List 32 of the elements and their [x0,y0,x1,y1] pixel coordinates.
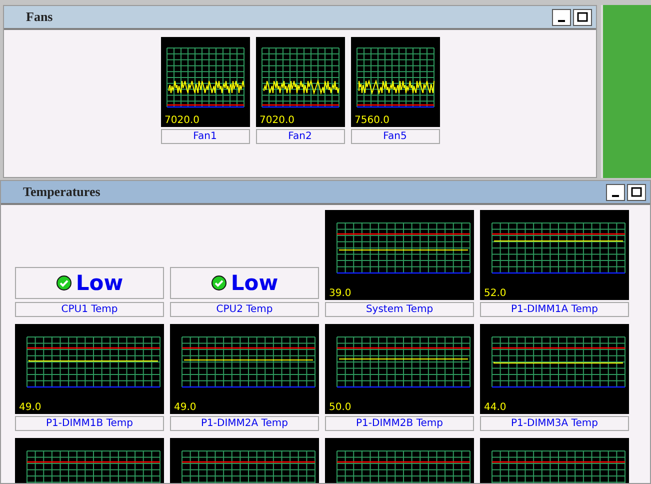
sensor-label: CPU2 Temp [170,302,319,317]
sensor-label: P1-DIMM2B Temp [325,416,474,431]
sensor-label: CPU1 Temp [15,302,164,317]
fan-reading: 7020.0 [258,115,296,126]
fan-label: Fan5 [350,129,440,144]
fan-label: Fan1 [160,129,250,144]
maximize-icon [577,12,588,22]
sensor-label: System Temp [325,302,474,317]
minimize-button[interactable] [606,184,625,200]
fan-reading: 7020.0 [164,115,200,126]
status-text: Low [230,271,278,295]
minimize-button[interactable] [552,8,571,26]
maximize-button[interactable] [627,184,646,200]
panel-title: Temperatures [23,184,100,200]
sensor-label: P1-DIMM3A Temp [480,416,629,431]
sensor-reading: 52.0 [483,288,508,299]
sensor-label: P1-DIMM1A Temp [480,302,629,317]
sensor-reading: 49.0 [173,402,198,413]
sensor-reading: 50.0 [328,402,352,413]
sensor-reading: 44.0 [483,402,508,413]
fan-label: Fan2 [256,129,344,144]
minimize-icon [612,194,619,196]
panel-title: Fans [26,9,53,25]
sensor-label: P1-DIMM1B Temp [15,416,164,431]
maximize-button[interactable] [573,8,592,26]
sensor-label: P1-DIMM2A Temp [170,416,319,431]
sensor-reading: 49.0 [18,402,42,413]
maximize-icon [631,187,642,197]
status-text: Low [76,271,124,295]
minimize-icon [558,20,565,22]
sensor-reading: 39.0 [328,288,352,299]
fan-reading: 7560.0 [354,115,390,126]
